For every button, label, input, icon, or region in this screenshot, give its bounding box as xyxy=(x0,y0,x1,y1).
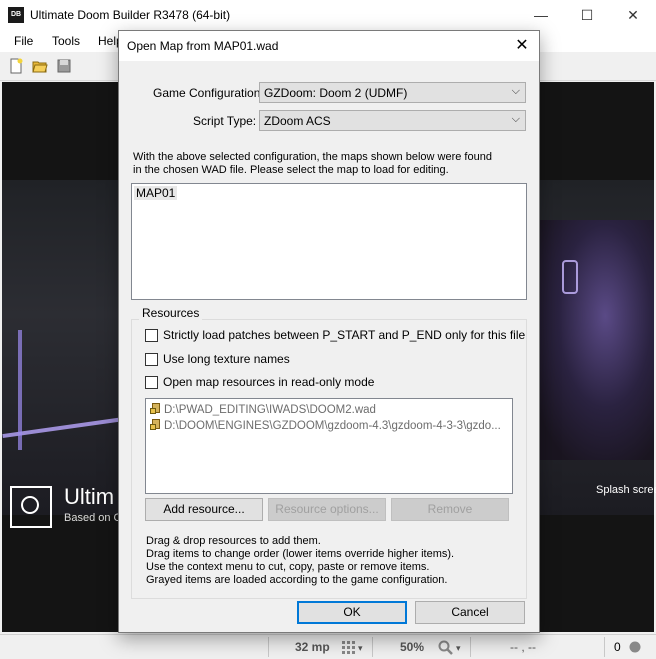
warning-icon[interactable] xyxy=(628,640,642,654)
long-texture-names-label[interactable]: Use long texture names xyxy=(163,352,290,366)
open-map-icon[interactable] xyxy=(32,58,48,74)
splash-label: Splash scree xyxy=(596,484,656,496)
app-icon: DB xyxy=(8,7,24,23)
status-bar: 32 mp ▾ 50% ▾ -- , -- 0 xyxy=(0,634,656,659)
grid-size-readout: 32 mp xyxy=(295,640,330,654)
chevron-down-icon: ⌵ xyxy=(511,113,520,125)
long-texture-names-checkbox[interactable] xyxy=(145,353,158,366)
count-readout: 0 xyxy=(614,640,621,654)
resource-path: D:\PWAD_EDITING\IWADS\DOOM2.wad xyxy=(164,404,376,416)
game-config-label: Game Configuration: xyxy=(153,86,264,100)
map-list-item[interactable]: MAP01 xyxy=(134,186,178,200)
menu-tools[interactable]: Tools xyxy=(52,34,80,48)
brand-logo-icon xyxy=(10,486,52,528)
ok-button[interactable]: OK xyxy=(297,601,407,624)
info-line: in the chosen WAD file. Please select th… xyxy=(133,164,449,176)
help-line: Drag & drop resources to add them. xyxy=(146,535,321,547)
help-line: Use the context menu to cut, copy, paste… xyxy=(146,561,430,573)
read-only-checkbox[interactable] xyxy=(145,376,158,389)
status-separator xyxy=(470,637,471,657)
main-title-bar: DB Ultimate Doom Builder R3478 (64-bit) … xyxy=(0,0,656,30)
dialog-close-button[interactable]: ✕ xyxy=(505,31,539,61)
resources-help: Drag & drop resources to add them. Drag … xyxy=(146,535,454,587)
map-list-info: With the above selected configuration, t… xyxy=(133,151,525,177)
add-resource-button[interactable]: Add resource... xyxy=(145,498,263,521)
minimize-button[interactable]: — xyxy=(518,0,564,30)
script-type-label: Script Type: xyxy=(193,114,257,128)
resource-options-button[interactable]: Resource options... xyxy=(268,498,386,521)
resource-list[interactable]: D:\PWAD_EDITING\IWADS\DOOM2.wad D:\DOOM\… xyxy=(145,398,513,494)
resource-item[interactable]: D:\PWAD_EDITING\IWADS\DOOM2.wad xyxy=(150,403,376,416)
bulb-icon xyxy=(21,496,39,514)
locked-resource-icon xyxy=(150,403,162,415)
maximize-button[interactable]: ☐ xyxy=(564,0,610,30)
splash-light-vertical xyxy=(18,330,22,450)
resource-path: D:\DOOM\ENGINES\GZDOOM\gzdoom-4.3\gzdoom… xyxy=(164,420,501,432)
splash-character-detail xyxy=(562,260,578,294)
resources-group-title: Resources xyxy=(139,306,203,320)
map-list[interactable]: MAP01 xyxy=(131,183,527,300)
zoom-readout: 50% xyxy=(400,640,425,654)
status-separator xyxy=(372,637,373,657)
strict-patches-checkbox[interactable] xyxy=(145,329,158,342)
game-config-select[interactable]: GZDoom: Doom 2 (UDMF) ⌵ xyxy=(259,82,526,103)
script-type-value: ZDoom ACS xyxy=(264,114,331,128)
dialog-title: Open Map from MAP01.wad xyxy=(127,39,279,53)
chevron-down-icon: ⌵ xyxy=(511,85,520,97)
chevron-down-icon[interactable]: ▾ xyxy=(358,643,363,654)
open-map-dialog: Open Map from MAP01.wad ✕ Game Configura… xyxy=(118,30,540,633)
close-window-button[interactable]: ✕ xyxy=(610,0,656,30)
coordinates-readout: -- , -- xyxy=(510,640,536,654)
locked-resource-icon xyxy=(150,419,162,431)
game-config-value: GZDoom: Doom 2 (UDMF) xyxy=(264,86,408,100)
strict-patches-label[interactable]: Strictly load patches between P_START an… xyxy=(163,328,525,342)
save-map-icon[interactable] xyxy=(56,58,72,74)
status-separator xyxy=(604,637,605,657)
brand-name: Ultim xyxy=(64,484,115,509)
zoom-icon[interactable] xyxy=(438,640,453,655)
help-line: Grayed items are loaded according to the… xyxy=(146,574,448,586)
resource-item[interactable]: D:\DOOM\ENGINES\GZDOOM\gzdoom-4.3\gzdoom… xyxy=(150,419,501,432)
splash-character xyxy=(532,220,654,460)
menu-file[interactable]: File xyxy=(14,34,33,48)
help-line: Drag items to change order (lower items … xyxy=(146,548,455,560)
app-title: Ultimate Doom Builder R3478 (64-bit) xyxy=(30,8,231,22)
grid-icon[interactable] xyxy=(342,641,356,655)
status-separator xyxy=(268,637,269,657)
brand-subtitle: Based on C xyxy=(64,512,122,524)
info-line: With the above selected configuration, t… xyxy=(133,151,492,163)
new-map-icon[interactable] xyxy=(8,58,24,74)
cancel-button[interactable]: Cancel xyxy=(415,601,525,624)
dialog-title-bar: Open Map from MAP01.wad ✕ xyxy=(119,31,539,61)
script-type-select[interactable]: ZDoom ACS ⌵ xyxy=(259,110,526,131)
chevron-down-icon[interactable]: ▾ xyxy=(456,643,461,654)
read-only-label[interactable]: Open map resources in read-only mode xyxy=(163,375,374,389)
remove-resource-button[interactable]: Remove xyxy=(391,498,509,521)
